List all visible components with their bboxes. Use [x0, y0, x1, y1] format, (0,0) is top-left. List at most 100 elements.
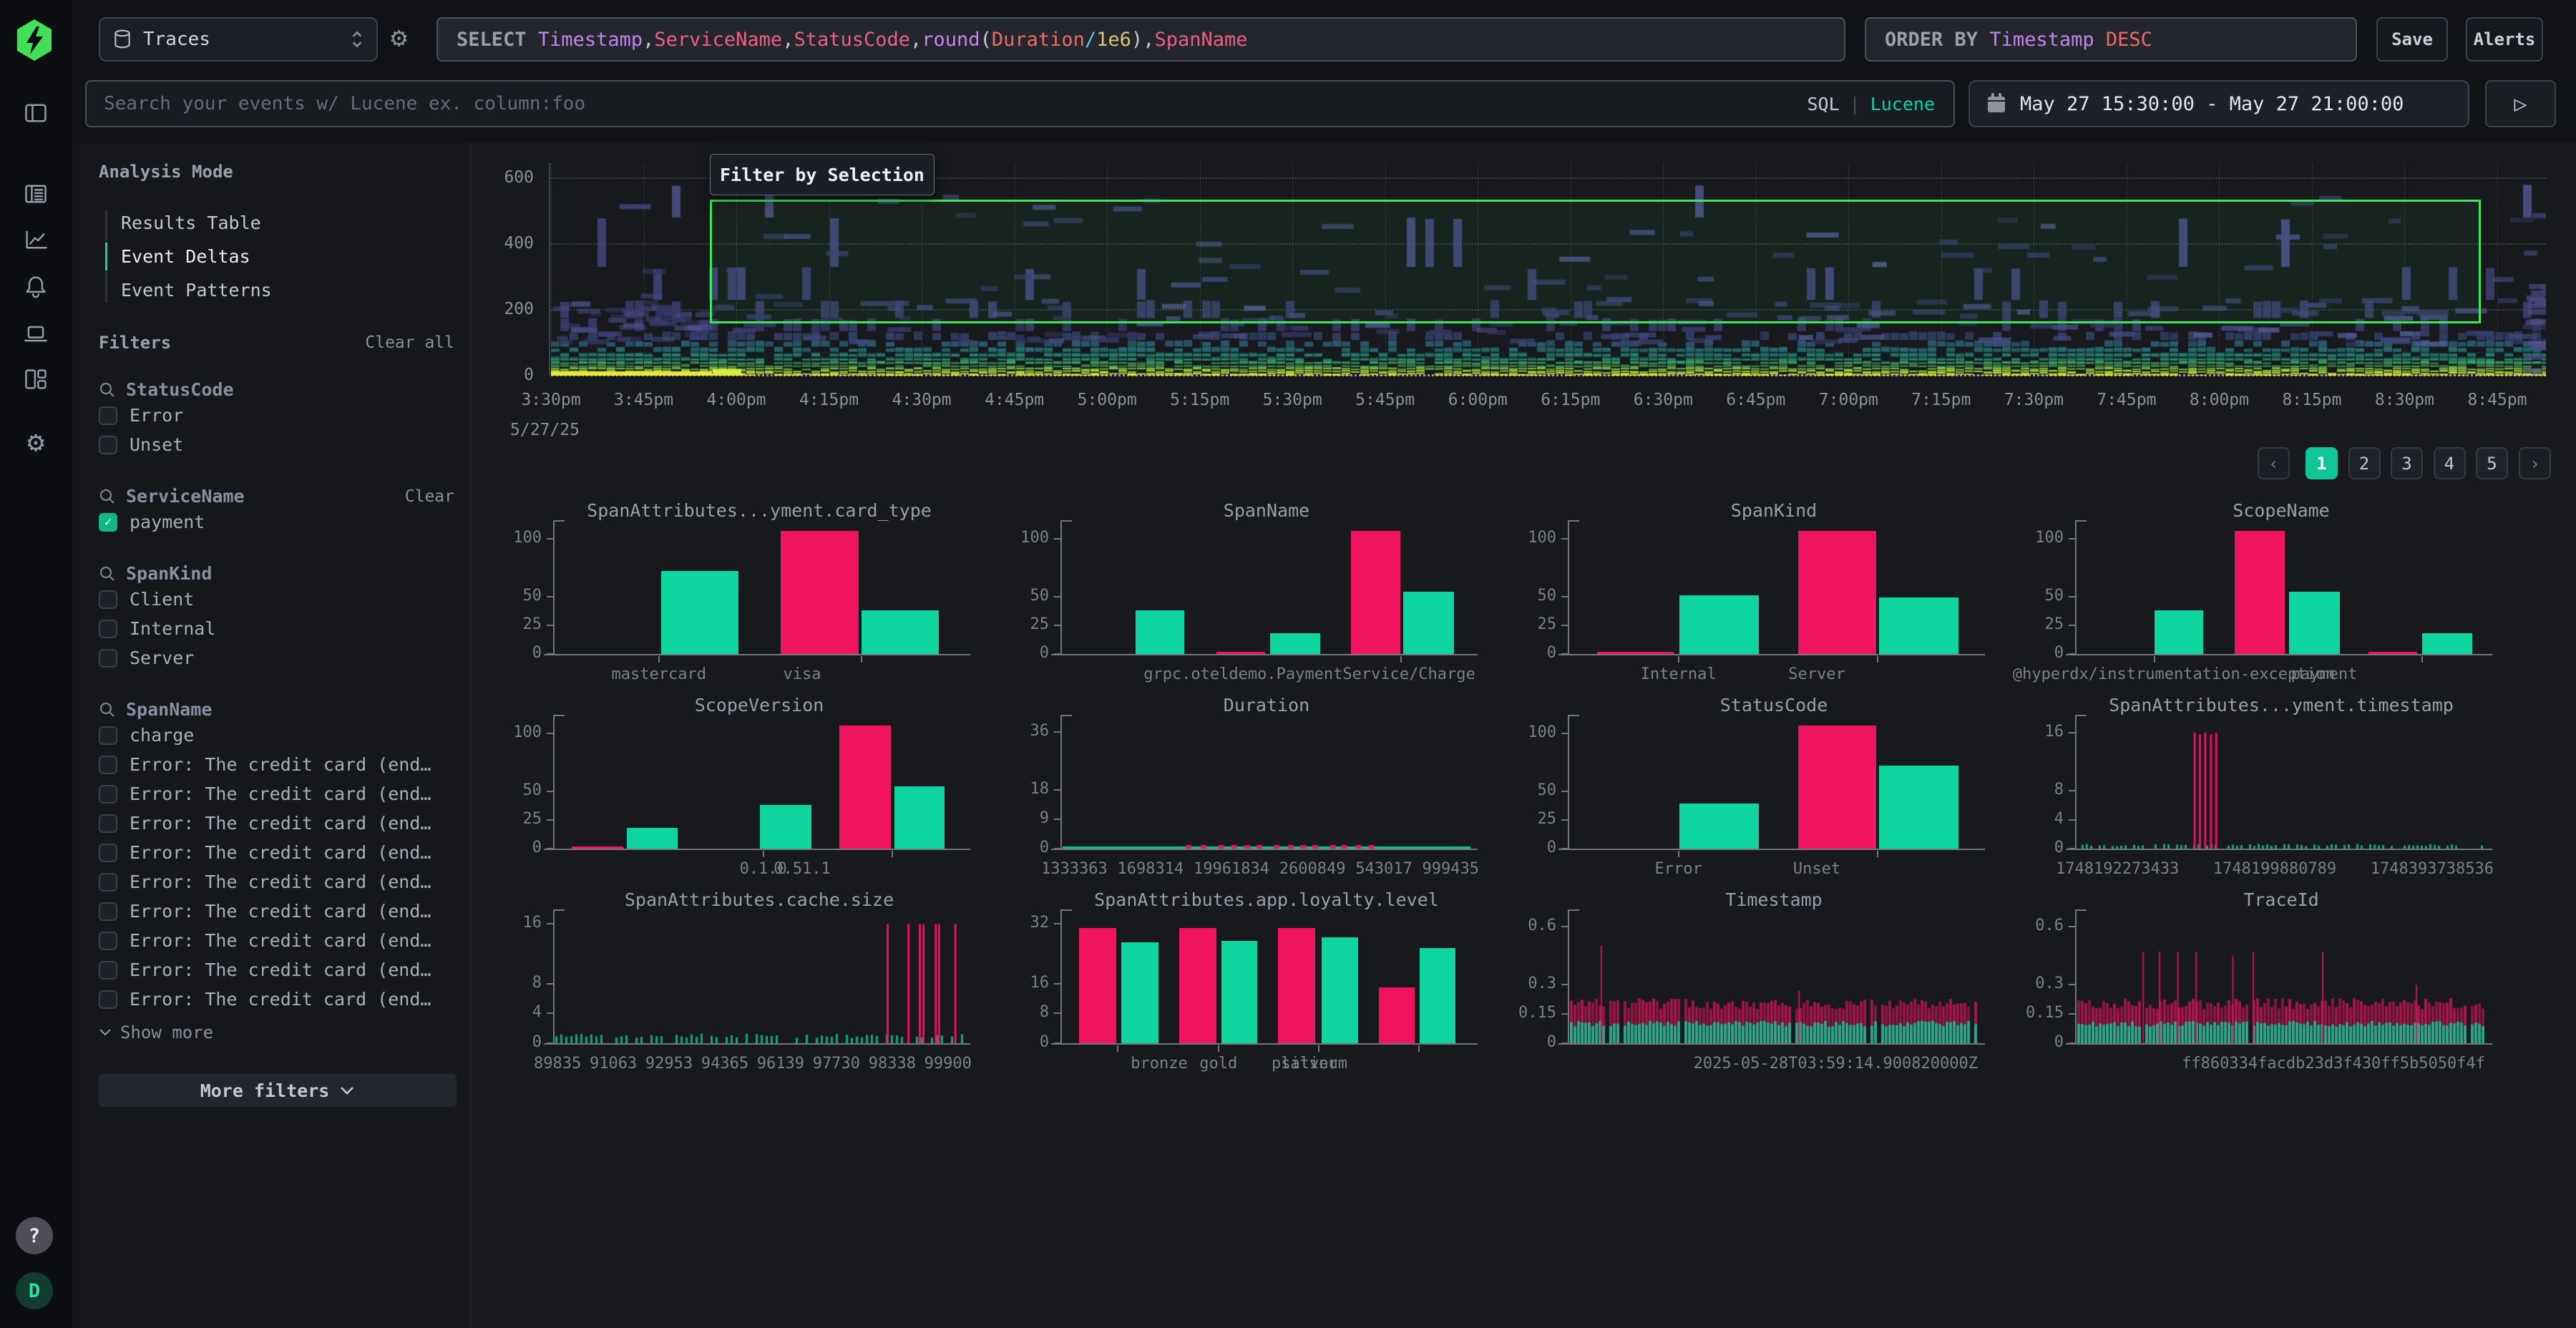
mini-chart-y-tick-label: 25 [480, 810, 542, 828]
mini-chart-y-axis [1060, 520, 1062, 655]
filter-option[interactable]: ✓payment [99, 507, 454, 537]
checkbox-unchecked[interactable] [99, 649, 117, 668]
mini-chart-title: SpanAttributes.cache.size [487, 889, 1031, 910]
search-icon[interactable] [99, 381, 116, 399]
filter-option-label: Error: The credit card (end… [130, 783, 431, 804]
checkbox-unchecked[interactable] [99, 726, 117, 745]
checkbox-unchecked[interactable] [99, 902, 117, 921]
alerts-bell-icon[interactable] [23, 273, 49, 299]
dashboards-icon[interactable] [23, 366, 49, 392]
bar-pink [1798, 531, 1876, 654]
analysis-mode-item-event-deltas[interactable]: Event Deltas [99, 240, 454, 273]
run-query-button[interactable]: ▷ [2485, 80, 2556, 127]
checkbox-unchecked[interactable] [99, 436, 117, 454]
pagination-page-3[interactable]: 3 [2391, 447, 2423, 479]
order-by-input[interactable]: ORDER BY Timestamp DESC [1865, 17, 2357, 62]
checkbox-unchecked[interactable] [99, 932, 117, 950]
analysis-mode-item-results-table[interactable]: Results Table [99, 206, 454, 240]
filter-option[interactable]: Server [99, 643, 454, 673]
filter-option[interactable]: Error: The credit card (end… [99, 838, 454, 867]
settings-gear-icon[interactable]: ⚙ [23, 429, 49, 455]
checkbox-unchecked[interactable] [99, 620, 117, 638]
filter-option[interactable]: Error: The credit card (end… [99, 926, 454, 955]
mode-lucene[interactable]: Lucene [1870, 94, 1935, 114]
save-button[interactable]: Save [2376, 17, 2448, 62]
logo-icon[interactable] [13, 19, 56, 62]
mini-chart-y-tick-label: 8 [2002, 781, 2064, 799]
analysis-mode-item-event-patterns[interactable]: Event Patterns [99, 273, 454, 307]
pagination-page-1[interactable]: 1 [2306, 447, 2338, 479]
checkbox-unchecked[interactable] [99, 961, 117, 980]
panels-icon[interactable] [23, 100, 49, 126]
mini-chart-y-tick [2069, 596, 2075, 597]
filter-option[interactable]: Error: The credit card (end… [99, 985, 454, 1014]
mini-chart-y-axis [2075, 909, 2077, 1045]
user-avatar[interactable]: D [16, 1272, 53, 1309]
clear-all-filters-link[interactable]: Clear all [365, 333, 454, 352]
date-range-picker[interactable]: May 27 15:30:00 - May 27 21:00:00 [1968, 80, 2469, 127]
mini-chart-y-tick [2069, 732, 2075, 733]
help-button[interactable]: ? [16, 1217, 53, 1254]
query-token: , [782, 29, 794, 51]
mini-chart-y-tick-label: 16 [987, 974, 1049, 992]
filter-option[interactable]: Unset [99, 430, 454, 459]
filter-by-selection-button[interactable]: Filter by Selection [710, 154, 935, 195]
filter-option[interactable]: Error: The credit card (end… [99, 897, 454, 926]
checkbox-unchecked[interactable] [99, 844, 117, 862]
search-icon[interactable] [99, 565, 116, 582]
help-label: ? [29, 1225, 40, 1247]
checkbox-unchecked[interactable] [99, 814, 117, 833]
pagination-page-4[interactable]: 4 [2434, 447, 2466, 479]
pagination-next-button[interactable]: › [2519, 447, 2551, 479]
search-icon[interactable] [99, 701, 116, 718]
filter-group-clear-link[interactable]: Clear [405, 487, 454, 506]
checkbox-checked[interactable]: ✓ [99, 513, 117, 532]
mini-chart-y-axis-serif [553, 909, 565, 911]
checkbox-unchecked[interactable] [99, 406, 117, 425]
mini-chart-x-tick-label: Unset [1645, 860, 1989, 878]
checkbox-unchecked[interactable] [99, 873, 117, 892]
heatmap-selection-box[interactable] [710, 200, 2481, 323]
filter-option[interactable]: Internal [99, 614, 454, 643]
filter-option[interactable]: Client [99, 585, 454, 614]
mini-chart-y-axis-serif [2075, 715, 2087, 716]
show-more-link[interactable]: Show more [99, 1017, 454, 1048]
source-select[interactable]: Traces [99, 17, 378, 62]
filter-option[interactable]: Error [99, 401, 454, 430]
filter-option[interactable]: Error: The credit card (end… [99, 779, 454, 809]
query-token: 1e6 [1096, 29, 1131, 51]
mini-chart-x-label: 98338 [869, 1055, 916, 1073]
checkbox-unchecked[interactable] [99, 990, 117, 1009]
filter-option[interactable]: Error: The credit card (end… [99, 809, 454, 838]
bar-green [894, 786, 945, 849]
filter-group-header: StatusCode [99, 379, 454, 401]
mini-chart-y-tick [2069, 1013, 2075, 1015]
search-input[interactable]: Search your events w/ Lucene ex. column:… [85, 80, 1955, 127]
chart-explorer-icon[interactable] [23, 227, 49, 253]
filter-option[interactable]: charge [99, 721, 454, 750]
filter-option-label: Internal [130, 618, 215, 639]
checkbox-unchecked[interactable] [99, 756, 117, 774]
event-log-icon[interactable] [23, 181, 49, 207]
sql-select-input[interactable]: SELECT Timestamp,ServiceName,StatusCode,… [436, 17, 1845, 62]
mini-chart-y-tick-label: 9 [987, 809, 1049, 827]
alerts-button[interactable]: Alerts [2466, 17, 2543, 62]
chevron-down-icon [99, 1028, 112, 1037]
sessions-laptop-icon[interactable] [23, 321, 49, 346]
filter-option[interactable]: Error: The credit card (end… [99, 955, 454, 985]
checkbox-unchecked[interactable] [99, 785, 117, 804]
bar-green [2289, 592, 2340, 654]
mode-sql[interactable]: SQL [1807, 94, 1839, 114]
filter-option-label: Error: The credit card (end… [130, 901, 431, 922]
more-filters-button[interactable]: More filters [99, 1074, 457, 1107]
pagination-prev-button[interactable]: ‹ [2258, 447, 2290, 479]
mini-chart-y-tick-label: 0 [1495, 1033, 1556, 1051]
pagination-page-2[interactable]: 2 [2348, 447, 2381, 479]
query-settings-gear-icon[interactable]: ⚙ [391, 21, 407, 53]
mini-chart-y-tick [1054, 1012, 1060, 1014]
search-icon[interactable] [99, 488, 116, 505]
filter-option[interactable]: Error: The credit card (end… [99, 750, 454, 779]
filter-option[interactable]: Error: The credit card (end… [99, 867, 454, 897]
checkbox-unchecked[interactable] [99, 590, 117, 609]
pagination-page-5[interactable]: 5 [2476, 447, 2508, 479]
